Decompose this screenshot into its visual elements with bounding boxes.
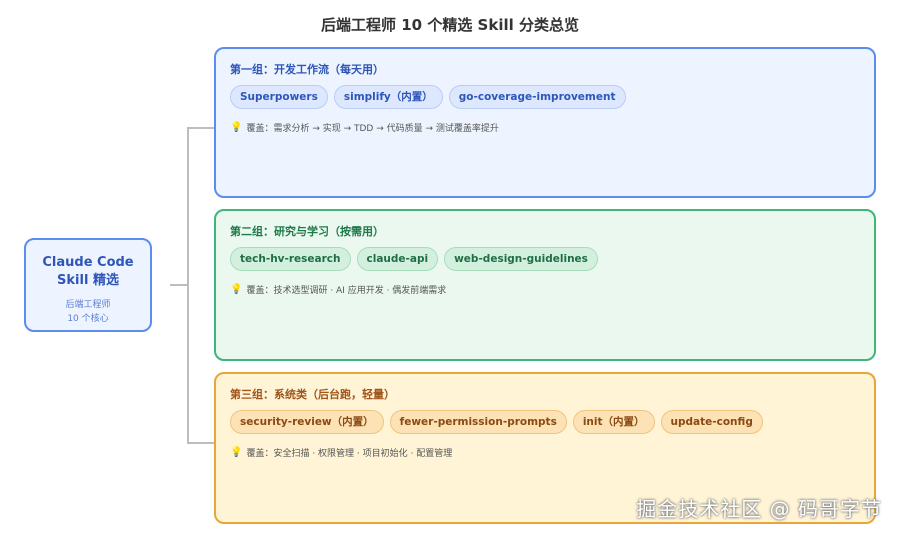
skill-chip[interactable]: web-design-guidelines <box>444 247 598 271</box>
root-node: Claude Code Skill 精选 后端工程师 10 个核心 <box>24 238 152 332</box>
coverage-text: 覆盖：需求分析 → 实现 → TDD → 代码质量 → 测试覆盖率提升 <box>246 124 499 134</box>
root-sub-line2: 10 个核心 <box>67 314 109 324</box>
connector-branch-1 <box>187 127 214 129</box>
lightbulb-icon: 💡 <box>230 447 243 458</box>
skill-chip[interactable]: fewer-permission-prompts <box>389 410 567 434</box>
connector-stem <box>170 284 188 286</box>
coverage-text: 覆盖：安全扫描 · 权限管理 · 项目初始化 · 配置管理 <box>246 449 453 459</box>
diagram-title: 后端工程师 10 个精选 Skill 分类总览 <box>321 16 579 34</box>
watermark: 掘金技术社区 @ 码哥字节 <box>636 497 882 521</box>
root-title-line2: Skill 精选 <box>57 273 119 288</box>
root-sub-line1: 后端工程师 <box>65 300 111 310</box>
skill-chip[interactable]: Superpowers <box>230 85 328 109</box>
skill-chip[interactable]: security-review（内置） <box>230 410 384 434</box>
chip-list: Superpowers simplify（内置） go-coverage-imp… <box>230 85 626 109</box>
group-title: 第一组：开发工作流（每天用） <box>230 63 384 76</box>
group-research: 第二组：研究与学习（按需用） tech-hv-research claude-a… <box>214 209 876 361</box>
lightbulb-icon: 💡 <box>230 122 243 133</box>
group-workflow: 第一组：开发工作流（每天用） Superpowers simplify（内置） … <box>214 47 876 198</box>
skill-chip[interactable]: update-config <box>660 410 763 434</box>
coverage-note: 💡 覆盖：技术选型调研 · AI 应用开发 · 偶发前端需求 <box>230 283 446 296</box>
skill-chip[interactable]: tech-hv-research <box>230 247 351 271</box>
root-title: Claude Code Skill 精选 <box>26 254 150 290</box>
chip-list: security-review（内置） fewer-permission-pro… <box>230 410 763 434</box>
skill-chip[interactable]: init（内置） <box>572 410 655 434</box>
coverage-note: 💡 覆盖：安全扫描 · 权限管理 · 项目初始化 · 配置管理 <box>230 446 452 459</box>
group-title: 第二组：研究与学习（按需用） <box>230 225 384 238</box>
skill-chip[interactable]: go-coverage-improvement <box>448 85 626 109</box>
root-subtitle: 后端工程师 10 个核心 <box>26 298 150 326</box>
group-title: 第三组：系统类（后台跑，轻量） <box>230 388 395 401</box>
root-title-line1: Claude Code <box>42 255 134 270</box>
skill-chip[interactable]: simplify（内置） <box>333 85 443 109</box>
connector-spine <box>187 127 189 444</box>
coverage-note: 💡 覆盖：需求分析 → 实现 → TDD → 代码质量 → 测试覆盖率提升 <box>230 121 499 134</box>
lightbulb-icon: 💡 <box>230 284 243 295</box>
coverage-text: 覆盖：技术选型调研 · AI 应用开发 · 偶发前端需求 <box>246 286 447 296</box>
skill-chip[interactable]: claude-api <box>356 247 439 271</box>
connector-branch-3 <box>187 442 214 444</box>
chip-list: tech-hv-research claude-api web-design-g… <box>230 247 598 271</box>
